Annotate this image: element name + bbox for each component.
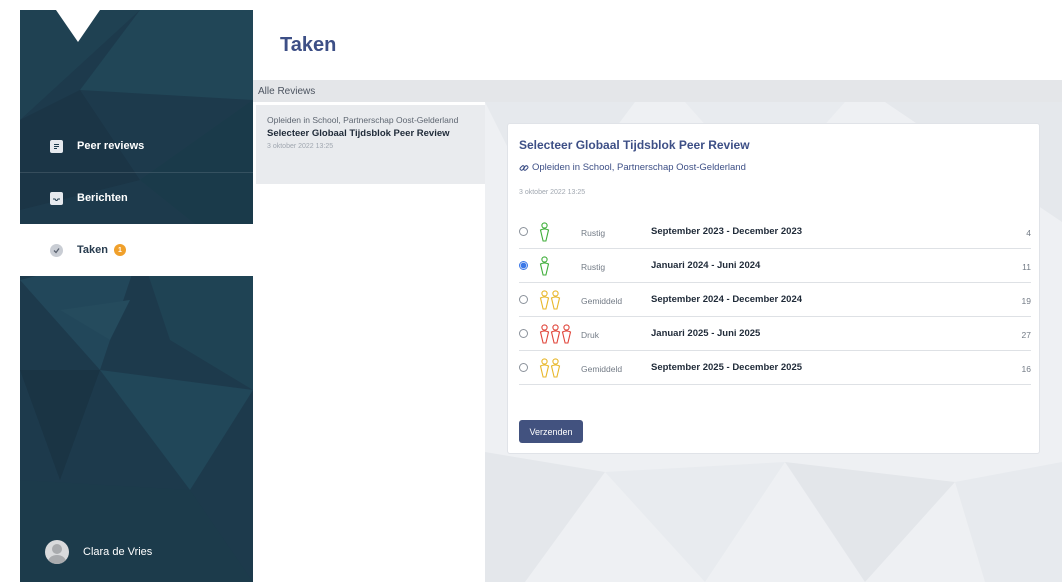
sidebar: Peer reviews Berichten Taken 1 Clara de …: [20, 10, 253, 582]
task-card: Selecteer Globaal Tijdsblok Peer Review …: [507, 123, 1040, 454]
count-label: 27: [1021, 330, 1031, 340]
page-header: Taken: [253, 10, 1062, 80]
review-list: Opleiden in School, Partnerschap Oost-Ge…: [253, 102, 485, 582]
user-profile[interactable]: Clara de Vries: [20, 522, 253, 582]
filter-label[interactable]: Alle Reviews: [258, 86, 315, 97]
list-item-date: 3 oktober 2022 13:25: [267, 143, 334, 150]
list-item-org: Opleiden in School, Partnerschap Oost-Ge…: [267, 115, 459, 125]
radio-button[interactable]: [519, 329, 528, 338]
people-icon: [539, 256, 550, 278]
document-icon: [50, 139, 63, 153]
sidebar-item-berichten[interactable]: Berichten: [20, 172, 253, 224]
radio-button[interactable]: [519, 295, 528, 304]
list-item[interactable]: Opleiden in School, Partnerschap Oost-Ge…: [256, 105, 485, 184]
filter-bar: Alle Reviews: [253, 80, 1062, 102]
busyness-label: Gemiddeld: [581, 364, 623, 374]
card-date: 3 oktober 2022 13:25: [519, 189, 586, 196]
count-label: 4: [1026, 228, 1031, 238]
radio-button[interactable]: [519, 261, 528, 270]
card-title: Selecteer Globaal Tijdsblok Peer Review: [519, 138, 750, 152]
option-row[interactable]: Rustig Januari 2024 - Juni 2024 11: [519, 249, 1031, 283]
busyness-label: Gemiddeld: [581, 296, 623, 306]
check-circle-icon: [50, 243, 63, 257]
count-label: 11: [1022, 262, 1031, 272]
card-org[interactable]: Opleiden in School, Partnerschap Oost-Ge…: [519, 162, 746, 173]
detail-panel: Selecteer Globaal Tijdsblok Peer Review …: [485, 102, 1062, 582]
radio-button[interactable]: [519, 363, 528, 372]
busyness-label: Rustig: [581, 262, 606, 272]
sidebar-item-label: Taken: [77, 244, 108, 256]
people-icon: [539, 290, 561, 312]
user-name: Clara de Vries: [83, 546, 153, 558]
period-label: September 2023 - December 2023: [651, 226, 803, 237]
count-label: 16: [1021, 364, 1031, 374]
submit-button[interactable]: Verzenden: [519, 420, 583, 443]
link-icon: [519, 164, 529, 171]
sidebar-item-taken[interactable]: Taken 1: [20, 224, 253, 276]
period-label: Januari 2024 - Juni 2024: [651, 260, 761, 271]
avatar: [45, 540, 69, 564]
period-label: Januari 2025 - Juni 2025: [651, 328, 761, 339]
inbox-icon: [50, 191, 63, 205]
period-label: September 2024 - December 2024: [651, 294, 803, 305]
busyness-label: Rustig: [581, 228, 606, 238]
option-row[interactable]: Gemiddeld September 2025 - December 2025 1…: [519, 351, 1031, 385]
count-label: 19: [1021, 296, 1031, 306]
option-row[interactable]: Gemiddeld September 2024 - December 2024 1…: [519, 283, 1031, 317]
radio-button[interactable]: [519, 227, 528, 236]
people-icon: [539, 358, 561, 380]
option-row[interactable]: Druk Januari 2025 - Juni 2025 27: [519, 317, 1031, 351]
card-org-label: Opleiden in School, Partnerschap Oost-Ge…: [532, 162, 746, 173]
sidebar-item-label: Peer reviews: [77, 140, 145, 152]
sidebar-background-pattern: [20, 10, 253, 582]
people-icon: [539, 222, 550, 244]
notification-badge: 1: [113, 244, 126, 256]
list-item-title: Selecteer Globaal Tijdsblok Peer Review: [267, 128, 450, 139]
period-label: September 2025 - December 2025: [651, 362, 803, 373]
sidebar-item-peer-reviews[interactable]: Peer reviews: [20, 120, 253, 172]
sidebar-item-label: Berichten: [77, 192, 128, 204]
people-icon: [539, 324, 572, 346]
busyness-label: Druk: [581, 330, 599, 340]
option-row[interactable]: Rustig September 2023 - December 2023 4: [519, 215, 1031, 249]
page-title: Taken: [280, 34, 337, 56]
logo: [56, 10, 100, 42]
